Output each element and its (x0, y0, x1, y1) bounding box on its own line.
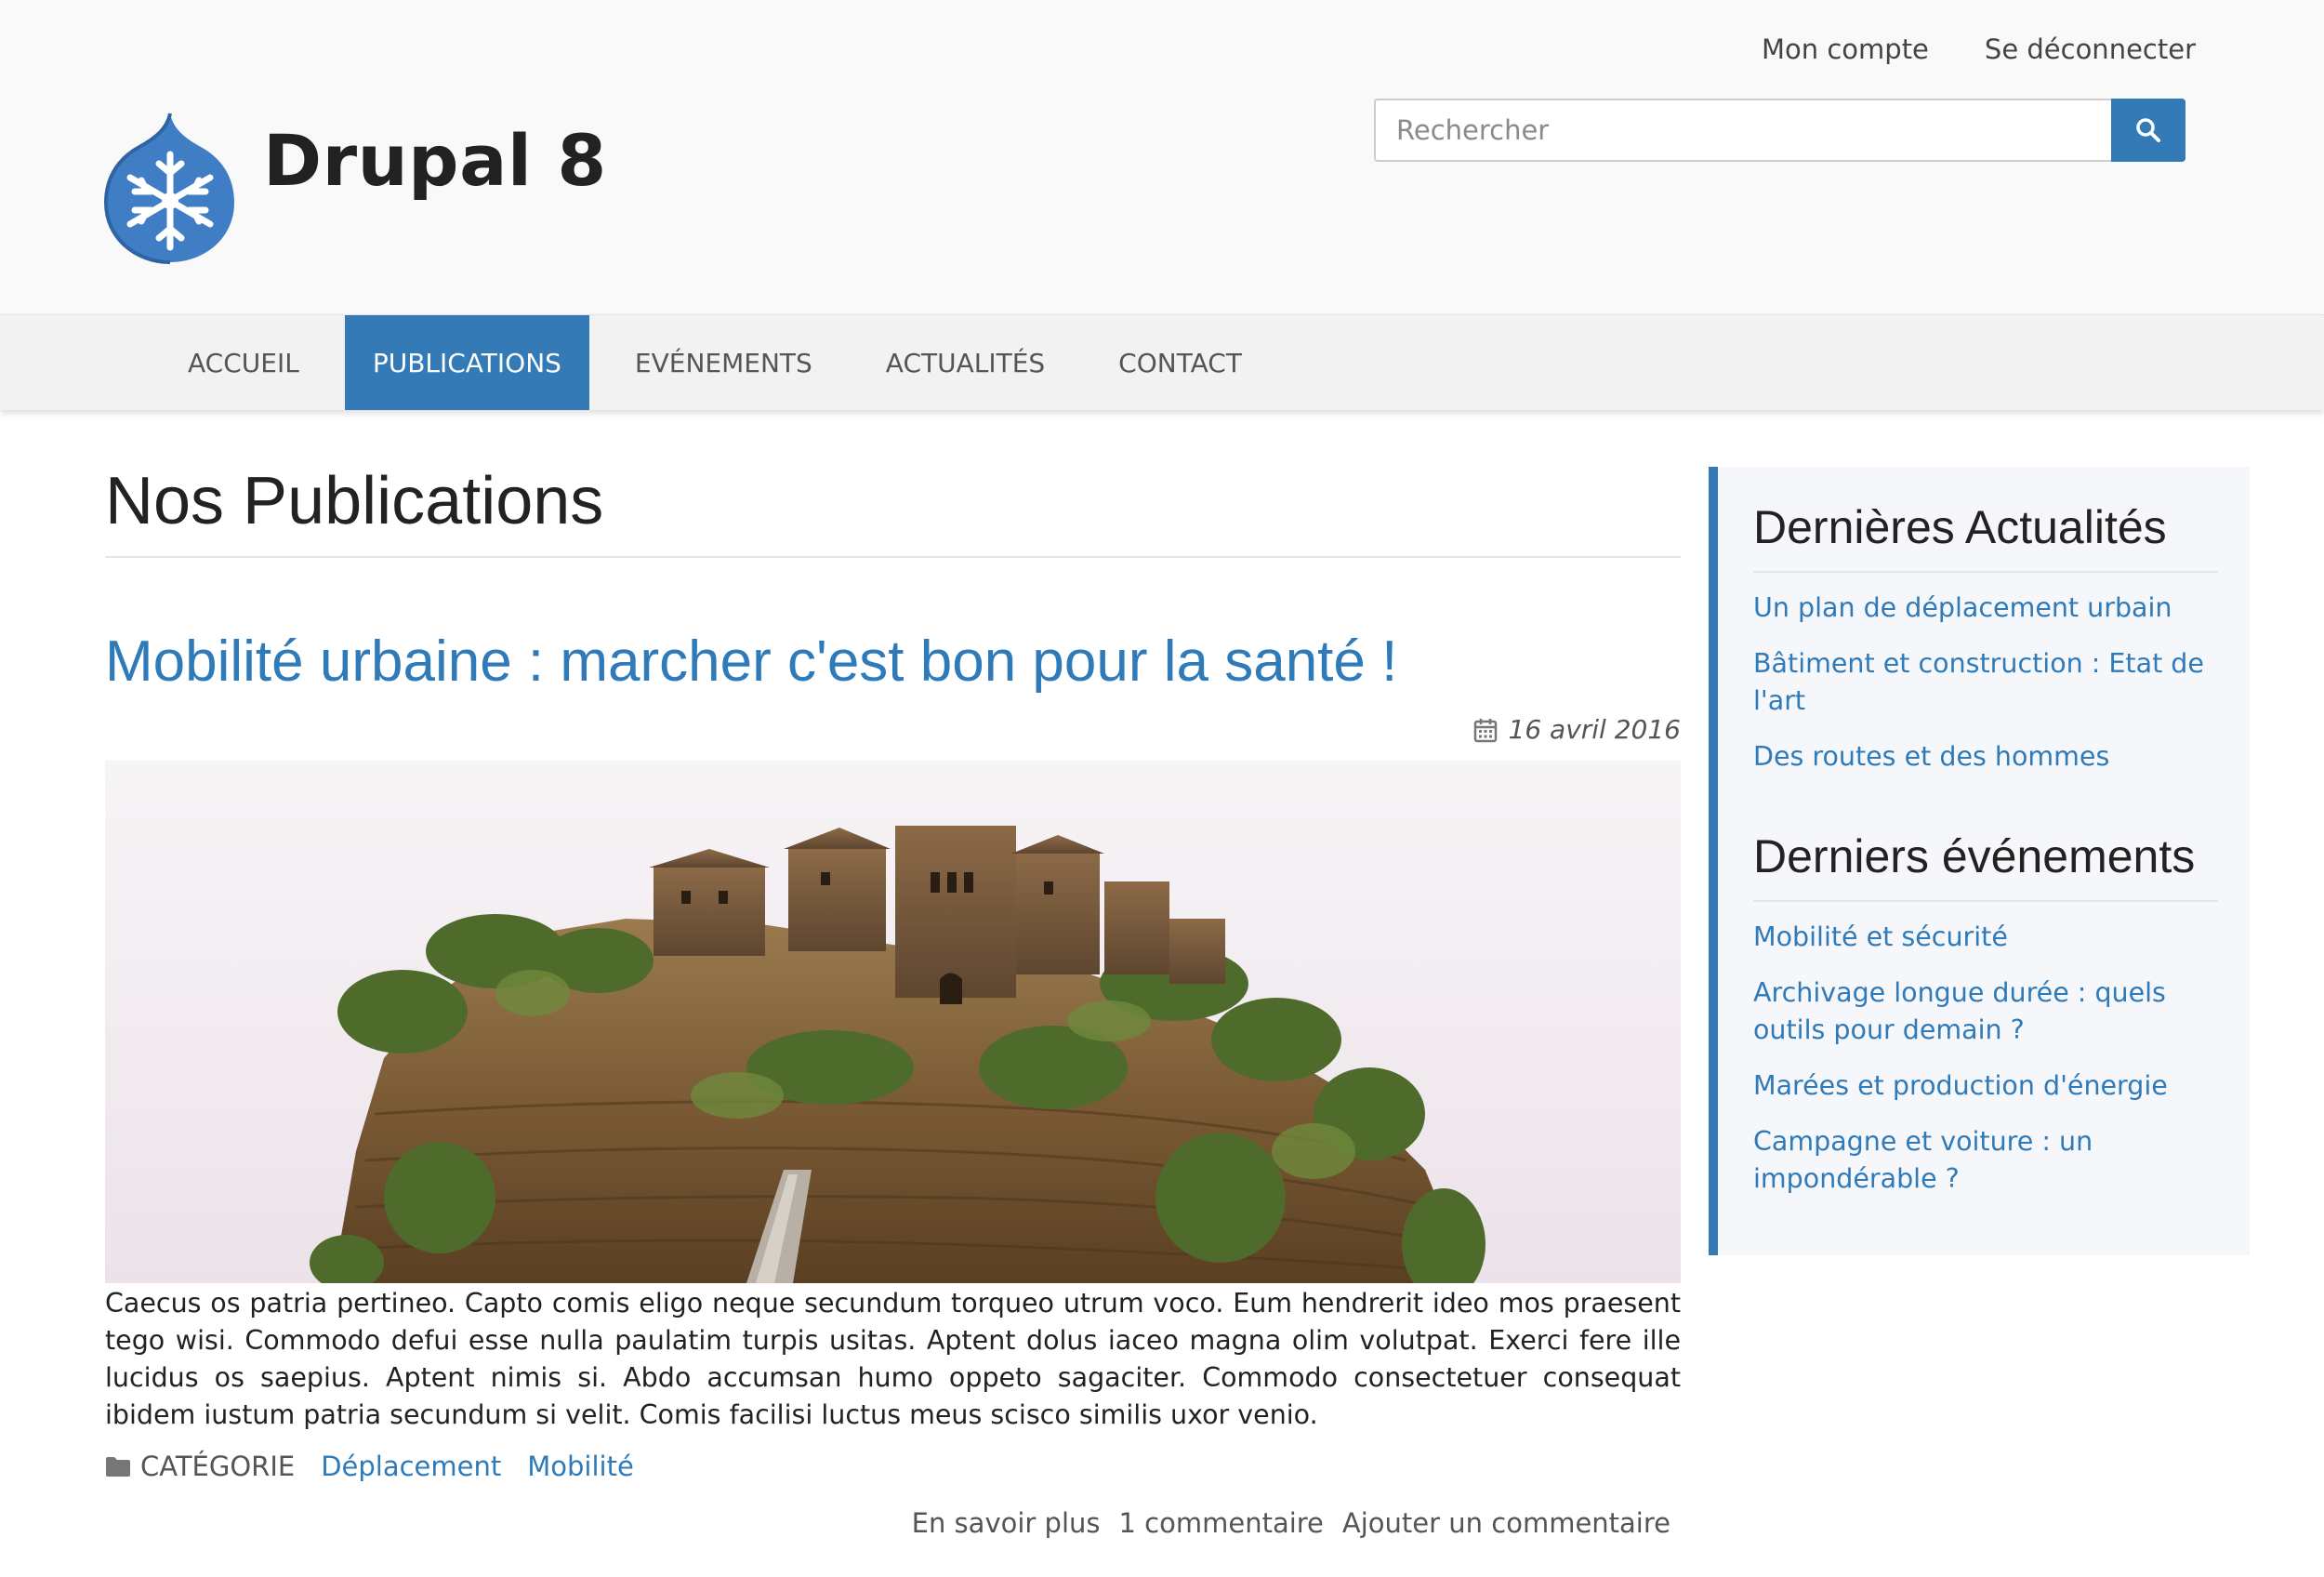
comments-count-link[interactable]: 1 commentaire (1119, 1507, 1324, 1539)
article-date: 16 avril 2016 (1473, 714, 1682, 745)
event-link-archivage[interactable]: Archivage longue durée : quels outils po… (1753, 974, 2237, 1049)
nav-item-contact[interactable]: CONTACT (1090, 315, 1270, 410)
main-navigation: ACCUEIL PUBLICATIONS EVÉNEMENTS ACTUALIT… (0, 314, 2324, 410)
folder-icon (106, 1457, 130, 1477)
title-divider (105, 556, 1681, 558)
article-categories: CATÉGORIE Déplacement Mobilité (105, 1451, 660, 1482)
article-image[interactable] (105, 761, 1681, 1283)
page-title: Nos Publications (105, 464, 604, 538)
latest-events-divider (1753, 900, 2218, 902)
latest-events-list: Mobilité et sécurité Archivage longue du… (1753, 919, 2237, 1198)
add-comment-link[interactable]: Ajouter un commentaire (1342, 1507, 1670, 1539)
event-link-marees[interactable]: Marées et production d'énergie (1753, 1067, 2237, 1105)
latest-events-title: Derniers événements (1753, 830, 2196, 882)
nav-item-publications[interactable]: PUBLICATIONS (344, 315, 589, 410)
calendar-icon (1473, 718, 1497, 742)
search-icon (2136, 118, 2160, 142)
logout-link[interactable]: Se déconnecter (1985, 33, 2196, 65)
search-form (1374, 99, 2185, 162)
category-label: CATÉGORIE (140, 1451, 296, 1482)
site-header: Mon compte Se déconnecter Drupal 8 (0, 0, 2324, 314)
tag-link-mobilite[interactable]: Mobilité (527, 1451, 634, 1482)
drupal-logo[interactable] (100, 110, 240, 266)
nav-item-evenements[interactable]: EVÉNEMENTS (607, 315, 840, 410)
tag-link-deplacement[interactable]: Déplacement (321, 1451, 501, 1482)
user-menu: Mon compte Se déconnecter (1762, 33, 2196, 65)
article-title-link[interactable]: Mobilité urbaine : marcher c'est bon pou… (105, 629, 1397, 695)
article-links: En savoir plus 1 commentaire Ajouter un … (912, 1507, 1670, 1539)
read-more-link[interactable]: En savoir plus (912, 1507, 1101, 1539)
latest-news-divider (1753, 571, 2218, 573)
news-link-batiment[interactable]: Bâtiment et construction : Etat de l'art (1753, 645, 2237, 720)
sidebar: Dernières Actualités Un plan de déplacem… (1709, 467, 2250, 1255)
nav-item-actualites[interactable]: ACTUALITÉS (858, 315, 1073, 410)
event-link-mobilite-securite[interactable]: Mobilité et sécurité (1753, 919, 2237, 956)
my-account-link[interactable]: Mon compte (1762, 33, 1929, 65)
article-date-text: 16 avril 2016 (1508, 714, 1682, 745)
latest-news-title: Dernières Actualités (1753, 501, 2167, 553)
latest-news-list: Un plan de déplacement urbain Bâtiment e… (1753, 590, 2237, 775)
article-body: Caecus os patria pertineo. Capto comis e… (105, 1288, 1681, 1430)
event-link-campagne[interactable]: Campagne et voiture : un impondérable ? (1753, 1123, 2237, 1198)
search-button[interactable] (2111, 99, 2185, 162)
news-link-routes[interactable]: Des routes et des hommes (1753, 738, 2237, 775)
nav-item-accueil[interactable]: ACCUEIL (160, 315, 327, 410)
search-input[interactable] (1374, 99, 2111, 162)
news-link-plan-deplacement[interactable]: Un plan de déplacement urbain (1753, 590, 2237, 627)
site-name[interactable]: Drupal 8 (263, 119, 607, 202)
